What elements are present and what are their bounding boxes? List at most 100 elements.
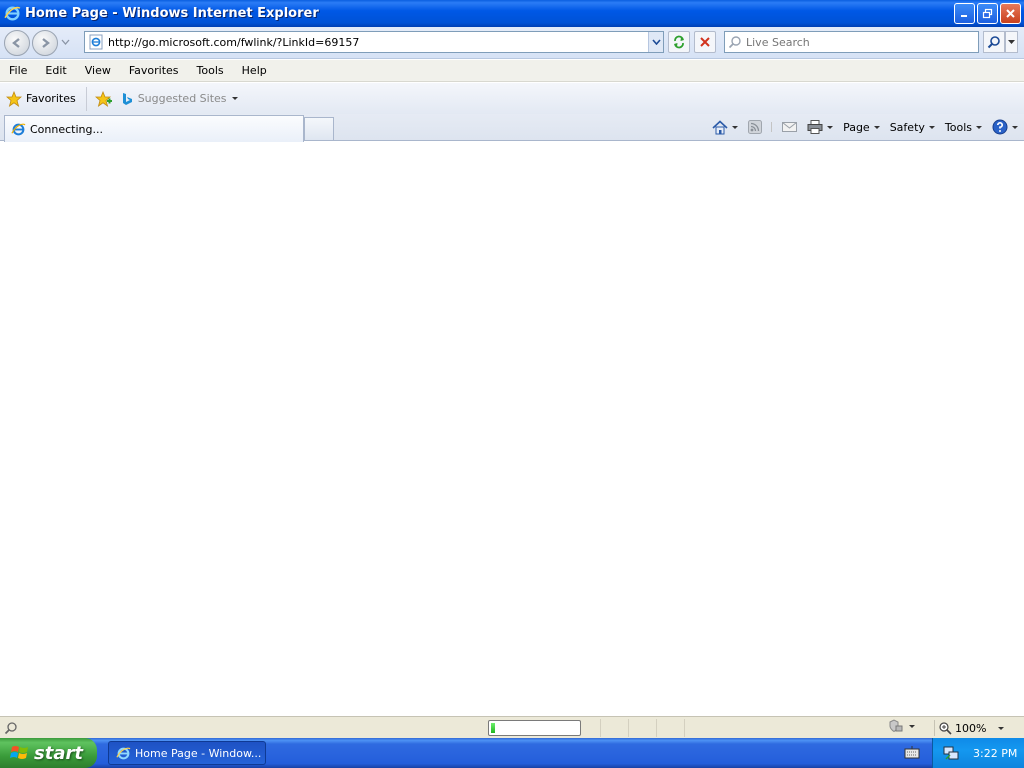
help-button[interactable] (992, 119, 1018, 135)
chevron-down-icon (651, 39, 661, 45)
new-tab-button[interactable] (304, 117, 334, 140)
status-bar: 100% (0, 716, 1024, 738)
minimize-icon (961, 15, 967, 17)
search-go-button[interactable] (983, 31, 1005, 53)
home-button[interactable] (712, 119, 739, 135)
page-content[interactable] (0, 142, 1024, 716)
status-panels (600, 719, 712, 737)
ie-logo-icon (11, 123, 26, 135)
page-icon (89, 34, 103, 50)
safety-menu-label: Safety (889, 120, 925, 134)
menu-file[interactable]: File (0, 64, 36, 77)
recent-pages-dropdown-icon[interactable] (61, 39, 70, 45)
chevron-down-icon[interactable] (1012, 125, 1018, 129)
address-url: http://go.microsoft.com/fwlink/?LinkId=6… (108, 35, 360, 49)
restore-button[interactable] (977, 3, 998, 24)
protected-mode-indicator[interactable] (888, 719, 915, 733)
tab-active[interactable]: Connecting... (4, 115, 304, 142)
forward-arrow-icon (42, 38, 50, 48)
menu-help[interactable]: Help (233, 64, 276, 77)
favorites-label: Favorites (26, 92, 76, 105)
loading-progress-bar (488, 720, 581, 736)
search-box[interactable] (724, 31, 979, 53)
feeds-button[interactable] (748, 120, 763, 134)
taskbar-item-label: Home Page - Window... (135, 746, 262, 760)
refresh-icon (674, 35, 684, 49)
address-dropdown-button[interactable] (648, 32, 663, 52)
tools-menu-button[interactable]: Tools (945, 121, 982, 134)
status-panel (656, 719, 684, 737)
search-icon (987, 36, 1000, 49)
chevron-down-icon (928, 125, 935, 129)
stop-icon (700, 37, 710, 47)
minimize-button[interactable] (954, 3, 975, 24)
rss-icon (748, 120, 763, 134)
suggested-sites-button[interactable]: Suggested Sites (121, 92, 238, 106)
command-bar: Page Safety Tools (702, 116, 1018, 138)
clock: 3:22 PM (973, 746, 1018, 760)
title-bar[interactable]: Home Page - Windows Internet Explorer (0, 0, 1024, 27)
progress-fill (491, 723, 495, 733)
page-menu-button[interactable]: Page (843, 121, 880, 134)
menu-favorites[interactable]: Favorites (120, 64, 188, 77)
add-to-favorites-icon[interactable] (94, 90, 113, 107)
search-input[interactable] (746, 35, 966, 49)
back-arrow-icon (12, 38, 20, 48)
suggested-sites-label: Suggested Sites (137, 92, 227, 105)
search-options-button[interactable] (1005, 31, 1018, 53)
system-tray: 3:22 PM (932, 738, 1024, 768)
printer-icon (807, 120, 823, 134)
search-icon (728, 36, 741, 49)
start-button[interactable]: start (0, 738, 97, 768)
home-icon (712, 119, 728, 134)
windows-logo-icon (10, 746, 28, 759)
restore-icon (982, 8, 993, 19)
network-icon[interactable] (943, 745, 959, 761)
tab-label: Connecting... (30, 122, 103, 136)
read-mail-button[interactable] (782, 121, 798, 133)
address-bar[interactable]: http://go.microsoft.com/fwlink/?LinkId=6… (84, 31, 664, 53)
separator (771, 122, 773, 132)
help-icon (992, 119, 1008, 135)
chevron-down-icon (998, 726, 1005, 730)
close-icon (1006, 9, 1015, 18)
chevron-down-icon[interactable] (827, 125, 834, 129)
search-icon (4, 721, 17, 734)
start-label: start (34, 742, 83, 764)
tools-menu-label: Tools (944, 120, 972, 134)
menu-bar: File Edit View Favorites Tools Help (0, 60, 1024, 82)
chevron-down-icon (873, 125, 880, 129)
zoom-icon (939, 721, 952, 735)
star-icon (6, 90, 22, 107)
status-panel (628, 719, 656, 737)
zoom-level: 100% (955, 721, 987, 735)
favorites-button[interactable]: Favorites (6, 86, 87, 111)
ie-logo-icon (116, 747, 131, 759)
menu-tools[interactable]: Tools (188, 64, 233, 77)
safety-menu-button[interactable]: Safety (890, 121, 935, 134)
keyboard-icon[interactable] (904, 746, 920, 759)
window-title: Home Page - Windows Internet Explorer (25, 6, 319, 21)
bing-icon (122, 92, 132, 105)
window-controls (954, 3, 1021, 24)
print-button[interactable] (807, 120, 834, 134)
taskbar: start Home Page - Window... 3:22 PM (0, 738, 1024, 768)
taskbar-item-ie[interactable]: Home Page - Window... (108, 741, 266, 765)
chevron-down-icon (1008, 39, 1015, 44)
menu-view[interactable]: View (76, 64, 120, 77)
ie-logo-icon (4, 6, 21, 21)
shield-icon (889, 719, 903, 733)
chevron-down-icon (909, 724, 915, 728)
refresh-button[interactable] (668, 31, 690, 53)
navigation-bar: http://go.microsoft.com/fwlink/?LinkId=6… (0, 27, 1024, 59)
stop-button[interactable] (694, 31, 716, 53)
status-panel (684, 719, 712, 737)
close-button[interactable] (1000, 3, 1021, 24)
zoom-control[interactable]: 100% (934, 720, 1005, 736)
mail-icon (782, 122, 798, 132)
back-button[interactable] (4, 30, 30, 56)
tab-row: Connecting... Page Safety Tools (0, 114, 1024, 142)
forward-button[interactable] (32, 30, 58, 56)
menu-edit[interactable]: Edit (36, 64, 75, 77)
chevron-down-icon[interactable] (732, 125, 739, 129)
